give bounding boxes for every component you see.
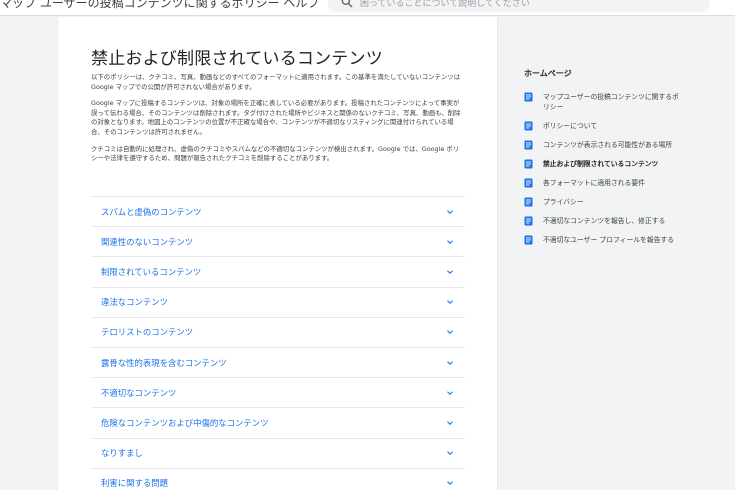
sidebar-item-label: コンテンツが表示される可能性がある場所 — [543, 141, 673, 149]
sidebar-item-format-requirements[interactable]: 各フォーマットに適用される要件 — [524, 178, 684, 188]
sidebar-item-label: マップユーザーの投稿コンテンツに関するポリシー — [543, 93, 679, 111]
accordion-label: スパムと虚偽のコンテンツ — [101, 206, 202, 217]
article-icon — [524, 197, 533, 207]
article-icon — [524, 235, 533, 245]
sidebar-item-label: 禁止および制限されているコンテンツ — [543, 160, 659, 168]
accordion-item-spam[interactable]: スパムと虚偽のコンテンツ — [91, 196, 465, 226]
accordion-item-sexual[interactable]: 露骨な性的表現を含むコンテンツ — [91, 346, 465, 377]
article-icon — [524, 140, 533, 150]
page-title: 禁止および制限されているコンテンツ — [91, 49, 383, 69]
chevron-down-icon[interactable] — [445, 478, 455, 488]
accordion-item-irrelevant[interactable]: 関連性のないコンテンツ — [91, 226, 465, 256]
chevron-down-icon[interactable] — [445, 267, 455, 277]
top-bar: マップ ユーザーの投稿コンテンツに関するポリシー ヘルプ 困っていることについて… — [0, 0, 735, 16]
sidebar-nav: ホームページ マップユーザーの投稿コンテンツに関するポリシー ポリシーについて … — [524, 68, 684, 254]
sidebar-item-policy-overview[interactable]: マップユーザーの投稿コンテンツに関するポリシー — [524, 92, 684, 112]
sidebar-item-privacy[interactable]: プライバシー — [524, 197, 684, 207]
accordion-item-conflict-of-interest[interactable]: 利害に関する問題 — [91, 467, 465, 490]
chevron-down-icon[interactable] — [445, 237, 455, 247]
sidebar-item-label: プライバシー — [543, 198, 584, 206]
sidebar-item-about-policy[interactable]: ポリシーについて — [524, 121, 684, 131]
accordion-label: 関連性のないコンテンツ — [101, 236, 194, 247]
sidebar-item-where-shown[interactable]: コンテンツが表示される可能性がある場所 — [524, 140, 684, 150]
accordion-label: 不適切なコンテンツ — [101, 387, 177, 398]
chevron-down-icon[interactable] — [445, 448, 455, 458]
accordion-label: 制限されているコンテンツ — [101, 266, 202, 277]
article-icon — [524, 121, 533, 131]
main-content-card: 禁止および制限されているコンテンツ 以下のポリシーは、クチコミ、写真、動画などの… — [57, 17, 498, 490]
processing-paragraph: クチコミは自動的に処理され、虚偽のクチコミやスパムなどの不適切なコンテンツが検出… — [91, 144, 460, 163]
accordion-label: 利害に関する問題 — [101, 478, 168, 489]
accordion-item-dangerous[interactable]: 危険なコンテンツおよび中傷的なコンテンツ — [91, 407, 465, 437]
search-input[interactable]: 困っていることについて説明してください — [360, 0, 530, 9]
accordion-label: 露骨な性的表現を含むコンテンツ — [101, 357, 227, 368]
article-icon — [524, 178, 533, 188]
chevron-down-icon[interactable] — [445, 388, 455, 398]
article-icon — [524, 216, 533, 226]
accordion-item-inappropriate[interactable]: 不適切なコンテンツ — [91, 377, 465, 407]
chevron-down-icon[interactable] — [445, 358, 455, 368]
accordion-label: テロリストのコンテンツ — [101, 327, 194, 338]
sidebar-item-label: ポリシーについて — [543, 122, 598, 130]
accordion-item-restricted[interactable]: 制限されているコンテンツ — [91, 256, 465, 286]
sidebar-item-label: 不適切なユーザー プロフィールを報告する — [543, 236, 675, 244]
help-center-title[interactable]: マップ ユーザーの投稿コンテンツに関するポリシー ヘルプ — [0, 0, 319, 11]
search-box[interactable]: 困っていることについて説明してください — [328, 0, 710, 12]
policy-accordion: スパムと虚偽のコンテンツ 関連性のないコンテンツ 制限されているコンテンツ 違法… — [91, 196, 465, 490]
chevron-down-icon[interactable] — [445, 297, 455, 307]
sidebar-item-label: 不適切なコンテンツを報告し、修正する — [543, 217, 666, 225]
sidebar-title[interactable]: ホームページ — [524, 68, 684, 79]
article-icon — [524, 159, 533, 169]
article-icon — [524, 92, 533, 102]
search-icon[interactable] — [340, 0, 354, 9]
accordion-label: 違法なコンテンツ — [101, 297, 168, 308]
chevron-down-icon[interactable] — [445, 418, 455, 428]
sidebar-item-label: 各フォーマットに適用される要件 — [543, 179, 645, 187]
accordion-label: なりすまし — [101, 448, 143, 459]
sidebar-item-prohibited-content[interactable]: 禁止および制限されているコンテンツ — [524, 159, 684, 169]
intro-paragraph: 以下のポリシーは、クチコミ、写真、動画などのすべてのフォーマットに適用されます。… — [91, 73, 461, 91]
accordion-item-illegal[interactable]: 違法なコンテンツ — [91, 286, 465, 317]
article: 禁止および制限されているコンテンツ 以下のポリシーは、クチコミ、写真、動画などの… — [91, 47, 465, 164]
sidebar-item-report-content[interactable]: 不適切なコンテンツを報告し、修正する — [524, 216, 684, 226]
accordion-item-impersonation[interactable]: なりすまし — [91, 437, 465, 468]
chevron-down-icon[interactable] — [445, 207, 455, 217]
accordion-label: 危険なコンテンツおよび中傷的なコンテンツ — [101, 417, 269, 428]
sidebar-item-report-profile[interactable]: 不適切なユーザー プロフィールを報告する — [524, 235, 684, 245]
accordion-item-terrorist[interactable]: テロリストのコンテンツ — [91, 316, 465, 347]
chevron-down-icon[interactable] — [445, 327, 455, 337]
accuracy-paragraph: Google マップに投稿するコンテンツは、対象の場所を正確に表している必要があ… — [91, 99, 461, 136]
